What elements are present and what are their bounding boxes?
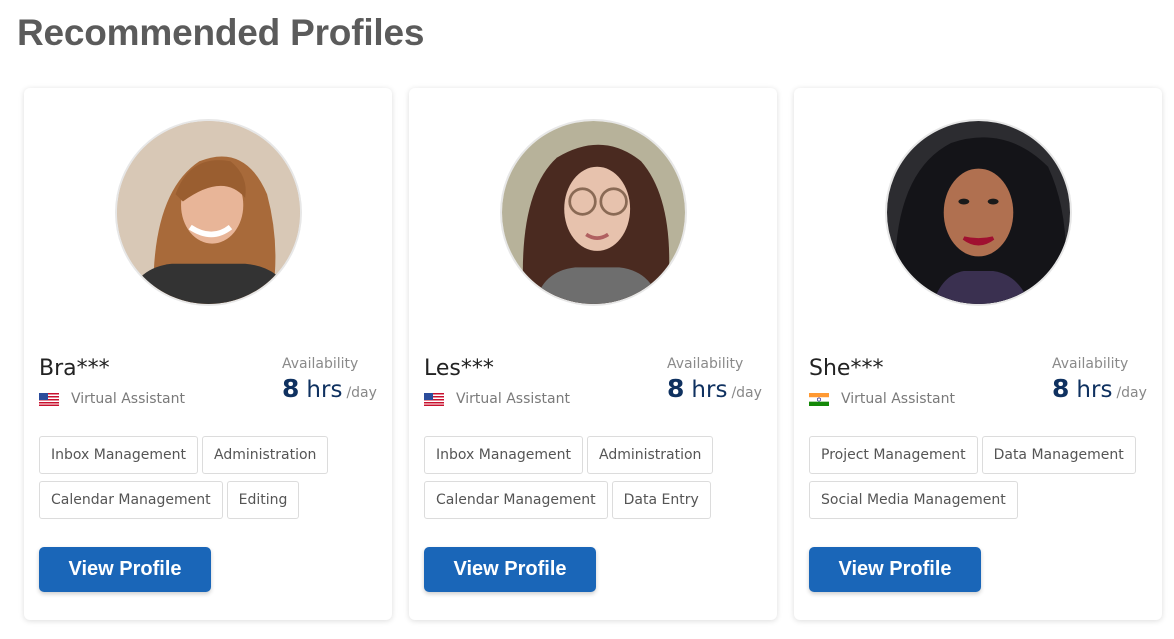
skill-tag: Inbox Management xyxy=(39,436,198,474)
hours-unit: hrs xyxy=(306,377,343,403)
view-profile-button[interactable]: View Profile xyxy=(809,547,981,592)
avatar xyxy=(115,119,302,306)
skill-tags: Project Management Data Management Socia… xyxy=(809,436,1154,526)
hours-number: 8 xyxy=(1052,374,1070,403)
view-profile-button[interactable]: View Profile xyxy=(39,547,211,592)
per-day: /day xyxy=(1116,385,1147,401)
availability-label: Availability xyxy=(282,356,359,372)
profile-card: She*** Virtual Assistant Availability 8 … xyxy=(794,88,1162,620)
avatar xyxy=(500,119,687,306)
skill-tag: Data Entry xyxy=(611,481,711,519)
role-row: Virtual Assistant xyxy=(424,391,570,407)
skill-tag: Administration xyxy=(586,436,714,474)
profile-cards: Bra*** Virtual Assistant Availability 8 … xyxy=(24,88,1164,620)
skill-tag: Calendar Management xyxy=(424,481,608,519)
availability-value: 8 hrs /day xyxy=(667,374,762,403)
profile-name: Les*** xyxy=(424,356,494,381)
view-profile-button[interactable]: View Profile xyxy=(424,547,596,592)
profile-role: Virtual Assistant xyxy=(841,391,955,407)
skill-tag: Project Management xyxy=(809,436,978,474)
profile-name: She*** xyxy=(809,356,884,381)
role-row: Virtual Assistant xyxy=(809,391,955,407)
skill-tag: Calendar Management xyxy=(39,481,223,519)
skill-tag: Social Media Management xyxy=(809,481,1018,519)
profile-card: Les*** Virtual Assistant Availability 8 … xyxy=(409,88,777,620)
page-title: Recommended Profiles xyxy=(17,12,425,53)
skill-tags: Inbox Management Administration Calendar… xyxy=(39,436,384,526)
hours-number: 8 xyxy=(667,374,685,403)
role-row: Virtual Assistant xyxy=(39,391,185,407)
skill-tag: Inbox Management xyxy=(424,436,583,474)
hours-number: 8 xyxy=(282,374,300,403)
india-flag-icon xyxy=(809,392,829,406)
hours-unit: hrs xyxy=(691,377,728,403)
profile-name: Bra*** xyxy=(39,356,110,381)
skill-tag: Data Management xyxy=(981,436,1136,474)
availability-value: 8 hrs /day xyxy=(282,374,377,403)
skill-tags: Inbox Management Administration Calendar… xyxy=(424,436,769,526)
skill-tag: Editing xyxy=(226,481,300,519)
per-day: /day xyxy=(346,385,377,401)
profile-card: Bra*** Virtual Assistant Availability 8 … xyxy=(24,88,392,620)
hours-unit: hrs xyxy=(1076,377,1113,403)
profile-role: Virtual Assistant xyxy=(71,391,185,407)
availability-label: Availability xyxy=(1052,356,1129,372)
us-flag-icon xyxy=(39,392,59,406)
profile-role: Virtual Assistant xyxy=(456,391,570,407)
avatar xyxy=(885,119,1072,306)
us-flag-icon xyxy=(424,392,444,406)
availability-label: Availability xyxy=(667,356,744,372)
availability-value: 8 hrs /day xyxy=(1052,374,1147,403)
per-day: /day xyxy=(731,385,762,401)
skill-tag: Administration xyxy=(201,436,329,474)
